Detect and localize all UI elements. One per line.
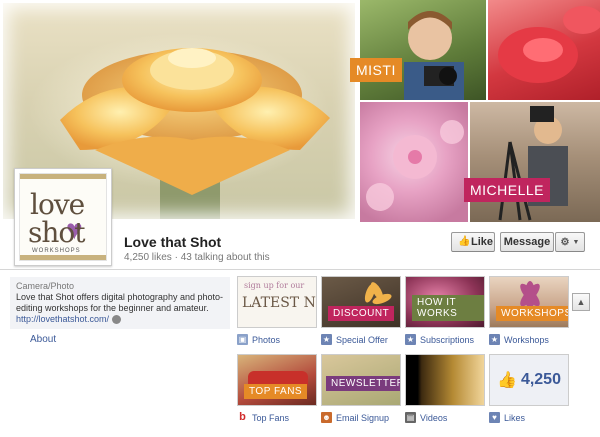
message-label: Message — [503, 236, 551, 248]
logo-top-bar — [20, 174, 106, 179]
roses-photo — [488, 0, 600, 100]
logo-bottom-bar — [20, 255, 106, 260]
page-stats: 4,250 likes · 43 talking about this — [124, 252, 270, 263]
star-icon: ★ — [489, 334, 500, 345]
logo-shot-text: shot — [28, 216, 86, 249]
stats-separator: · — [171, 252, 181, 263]
workshops-thumbnail: WORKSHOPS — [489, 276, 569, 328]
app-likes[interactable]: 👍 4,250 ♥ Likes — [489, 354, 569, 423]
top-fans-overlay: TOP FANS — [244, 384, 308, 399]
michelle-photo — [470, 102, 600, 222]
about-link[interactable]: About — [30, 334, 56, 345]
film-icon: ▤ — [405, 412, 416, 423]
workshops-overlay: WORKSHOPS — [496, 306, 568, 321]
chevron-up-icon: ▲ — [576, 297, 586, 307]
like-label: Like — [471, 236, 494, 248]
settings-dropdown-button[interactable]: ⚙ ▼ — [555, 232, 585, 252]
app-label: ☻ Email Signup — [321, 412, 389, 423]
likes-count[interactable]: 4,250 likes — [124, 252, 172, 263]
likes-thumbnail: 👍 4,250 — [489, 354, 569, 406]
app-subscriptions[interactable]: HOW IT WORKS ★ Subscriptions — [405, 276, 485, 345]
likes-icon: ♥ — [489, 412, 500, 423]
videos-thumbnail — [405, 354, 485, 406]
about-box[interactable]: Camera/Photo Love that Shot offers digit… — [10, 277, 230, 329]
top-fans-label[interactable]: Top Fans — [252, 413, 289, 423]
about-description: Love that Shot offers digital photograph… — [16, 292, 223, 313]
discount-overlay: DISCOUNT — [328, 306, 395, 321]
like-button[interactable]: 👍 Like — [451, 232, 495, 252]
how-it-works-overlay: HOW IT WORKS — [412, 295, 484, 321]
app-label: ▤ Videos — [405, 412, 447, 423]
app-workshops[interactable]: WORKSHOPS ★ Workshops — [489, 276, 569, 345]
message-button[interactable]: Message — [500, 232, 554, 252]
love-that-shot-logo: love ♥ shot WORKSHOPS — [19, 173, 107, 261]
app-label: ★ Workshops — [489, 334, 549, 345]
photos-icon: ▣ — [237, 334, 248, 345]
talking-count[interactable]: 43 talking about this — [181, 252, 270, 263]
app-label: ★ Subscriptions — [405, 334, 474, 345]
newsletter-overlay: NEWSLETTER — [326, 376, 400, 391]
likes-total: 👍 4,250 — [497, 370, 561, 390]
workshops-label[interactable]: Workshops — [504, 335, 549, 345]
website-link[interactable]: http://lovethatshot.com/ — [16, 314, 109, 324]
app-email-signup[interactable]: NEWSLETTER ☻ Email Signup — [321, 354, 401, 423]
misti-photo — [360, 0, 486, 100]
michelle-tag: MICHELLE — [464, 178, 551, 202]
thumbs-up-icon: 👍 — [458, 236, 471, 247]
app-label: ♥ Likes — [489, 412, 525, 423]
photos-thumb-handwriting: sign up for our — [244, 281, 305, 290]
cherry-blossom-photo — [360, 102, 468, 222]
email-signup-thumbnail: NEWSLETTER — [321, 354, 401, 406]
b-icon: b — [239, 411, 246, 423]
app-label: ★ Special Offer — [321, 334, 388, 345]
logo-workshops-text: WORKSHOPS — [32, 248, 81, 254]
app-top-fans[interactable]: TOP FANS b Top Fans — [237, 354, 317, 423]
photos-thumbnail: sign up for our LATEST NE — [237, 276, 317, 328]
star-icon: ★ — [405, 334, 416, 345]
gear-icon: ⚙ — [560, 236, 570, 248]
chevron-down-icon: ▼ — [572, 238, 580, 246]
collapse-apps-button[interactable]: ▲ — [572, 293, 590, 311]
app-label: ▣ Photos — [237, 334, 280, 345]
special-offer-thumbnail: DISCOUNT — [321, 276, 401, 328]
refresh-icon — [111, 315, 121, 325]
app-photos[interactable]: sign up for our LATEST NE ▣ Photos — [237, 276, 317, 345]
photos-thumb-latest: LATEST NE — [242, 295, 316, 311]
thumbs-up-icon: 👍 — [497, 372, 517, 389]
profile-picture[interactable]: love ♥ shot WORKSHOPS — [14, 168, 112, 266]
email-signup-label[interactable]: Email Signup — [336, 413, 389, 423]
photos-label[interactable]: Photos — [252, 335, 280, 345]
app-videos[interactable]: ▤ Videos — [405, 354, 485, 423]
star-icon: ★ — [321, 334, 332, 345]
misti-tag: MISTI — [350, 58, 402, 82]
app-special-offer[interactable]: DISCOUNT ★ Special Offer — [321, 276, 401, 345]
person-icon: ☻ — [321, 412, 332, 423]
likes-label[interactable]: Likes — [504, 413, 525, 423]
special-offer-label[interactable]: Special Offer — [336, 335, 388, 345]
page-title[interactable]: Love that Shot — [124, 234, 221, 250]
about-category: Camera/Photo — [16, 281, 75, 291]
header-divider — [0, 269, 600, 270]
videos-label[interactable]: Videos — [420, 413, 447, 423]
top-fans-thumbnail: TOP FANS — [237, 354, 317, 406]
likes-total-value: 4,250 — [520, 371, 561, 388]
subscriptions-thumbnail: HOW IT WORKS — [405, 276, 485, 328]
subscriptions-label[interactable]: Subscriptions — [420, 335, 474, 345]
app-label: b Top Fans — [237, 412, 289, 423]
